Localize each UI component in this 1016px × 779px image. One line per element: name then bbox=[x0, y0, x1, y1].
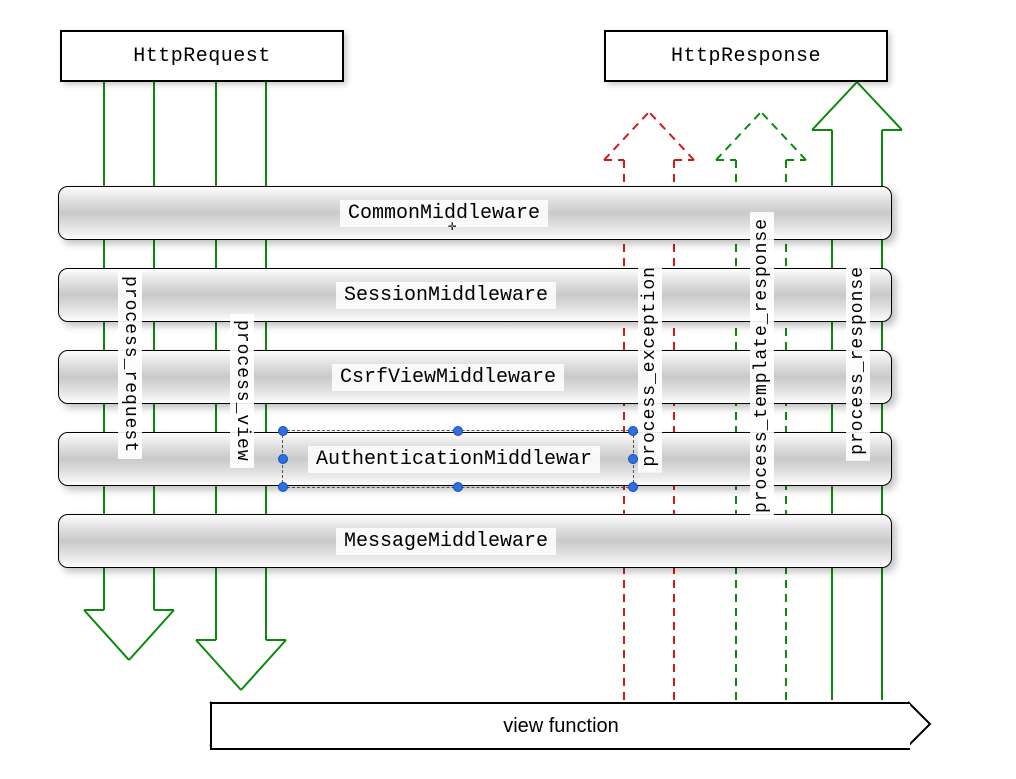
label-process-template-response: process_template_response bbox=[750, 212, 774, 519]
http-response-box: HttpResponse bbox=[604, 30, 888, 82]
http-request-box: HttpRequest bbox=[60, 30, 344, 82]
http-response-label: HttpResponse bbox=[671, 45, 821, 68]
selection-handle-s[interactable] bbox=[453, 482, 463, 492]
mw-label-csrf: CsrfViewMiddleware bbox=[332, 364, 564, 391]
label-process-view: process_view bbox=[230, 314, 254, 468]
diagram-stage: HttpRequest HttpResponse CommonMiddlewar… bbox=[0, 0, 1016, 779]
selection-handle-sw[interactable] bbox=[278, 482, 288, 492]
text-cursor-icon: ✛ bbox=[448, 218, 456, 235]
selection-box[interactable] bbox=[282, 430, 634, 488]
selection-handle-ne[interactable] bbox=[628, 426, 638, 436]
selection-handle-e[interactable] bbox=[628, 454, 638, 464]
mw-label-common: CommonMiddleware bbox=[340, 200, 548, 227]
mw-label-message: MessageMiddleware bbox=[336, 528, 556, 555]
label-process-exception: process_exception bbox=[638, 260, 662, 473]
view-function-box: view function bbox=[210, 702, 910, 750]
selection-handle-nw[interactable] bbox=[278, 426, 288, 436]
label-process-response: process_response bbox=[846, 260, 870, 461]
selection-handle-w[interactable] bbox=[278, 454, 288, 464]
selection-handle-n[interactable] bbox=[453, 426, 463, 436]
mw-label-session: SessionMiddleware bbox=[336, 282, 556, 309]
view-function-label: view function bbox=[503, 715, 619, 738]
http-request-label: HttpRequest bbox=[133, 45, 271, 68]
view-function-arrowhead bbox=[908, 702, 930, 746]
label-process-request: process_request bbox=[118, 270, 142, 459]
selection-handle-se[interactable] bbox=[628, 482, 638, 492]
